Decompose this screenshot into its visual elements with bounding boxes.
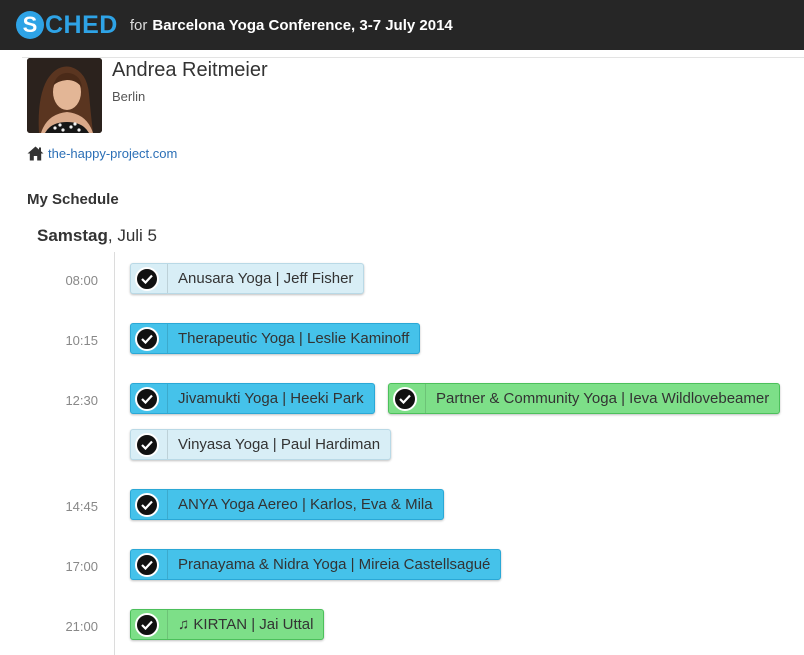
check-icon[interactable] [135,386,159,411]
session-block[interactable]: Partner & Community Yoga | Ieva Wildlove… [388,383,781,414]
time-label: 08:00 [65,273,98,288]
session-block[interactable]: Therapeutic Yoga | Leslie Kaminoff [130,323,421,354]
time-label: 17:00 [65,559,98,574]
website-row: the-happy-project.com [27,146,177,161]
divider [167,384,168,413]
check-icon[interactable] [393,386,417,411]
speaker-city: Berlin [112,89,146,104]
my-schedule-heading: My Schedule [27,191,119,208]
day-name: Samstag [37,226,108,245]
session-title[interactable]: Therapeutic Yoga | Leslie Kaminoff [178,330,419,347]
session-block[interactable]: Jivamukti Yoga | Heeki Park [130,383,375,414]
time-label: 10:15 [65,333,98,348]
session-title[interactable]: Pranayama & Nidra Yoga | Mireia Castells… [178,556,500,573]
logo-text: CHED [45,10,118,39]
check-icon[interactable] [135,552,159,577]
day-date: , Juli 5 [107,226,158,245]
top-bar: S CHED for Barcelona Yoga Conference, 3-7… [0,0,804,50]
time-label: 14:45 [65,499,98,514]
session-block[interactable]: Pranayama & Nidra Yoga | Mireia Castells… [130,549,502,580]
divider [167,610,168,639]
time-label: 12:30 [65,393,98,408]
session-block[interactable]: ♫ KIRTAN | Jai Uttal [130,609,325,640]
avatar [27,58,102,133]
session-title[interactable]: Partner & Community Yoga | Ieva Wildlove… [436,390,779,407]
conference-link[interactable]: Barcelona Yoga Conference, 3-7 July 2014 [152,17,452,34]
session-title[interactable]: Anusara Yoga | Jeff Fisher [178,270,363,287]
sched-logo[interactable]: S CHED [16,11,118,40]
check-icon[interactable] [135,612,159,637]
for-label: for [129,16,148,34]
divider [22,57,804,58]
divider [167,324,168,353]
session-title[interactable]: ANYA Yoga Aereo | Karlos, Eva & Mila [178,496,443,513]
session-block[interactable]: Anusara Yoga | Jeff Fisher [130,263,365,294]
check-icon[interactable] [135,266,159,291]
avatar-photo [27,58,102,133]
speaker-name: Andrea Reitmeier [112,59,268,81]
home-icon [27,146,44,161]
session-title[interactable]: ♫ KIRTAN | Jai Uttal [178,616,323,633]
day-heading: Samstag, Juli 5 [37,226,157,246]
divider [425,384,426,413]
check-icon[interactable] [135,432,159,457]
timeline-line [114,252,115,655]
divider [167,490,168,519]
logo-circle-s: S [16,11,44,39]
session-block[interactable]: ANYA Yoga Aereo | Karlos, Eva & Mila [130,489,444,520]
divider [167,430,168,459]
session-block[interactable]: Vinyasa Yoga | Paul Hardiman [130,429,392,460]
session-title[interactable]: Jivamukti Yoga | Heeki Park [178,390,374,407]
check-icon[interactable] [135,492,159,517]
website-link[interactable]: the-happy-project.com [48,146,177,161]
divider [167,264,168,293]
check-icon[interactable] [135,326,159,351]
time-label: 21:00 [65,619,98,634]
divider [167,550,168,579]
session-title[interactable]: Vinyasa Yoga | Paul Hardiman [178,436,390,453]
